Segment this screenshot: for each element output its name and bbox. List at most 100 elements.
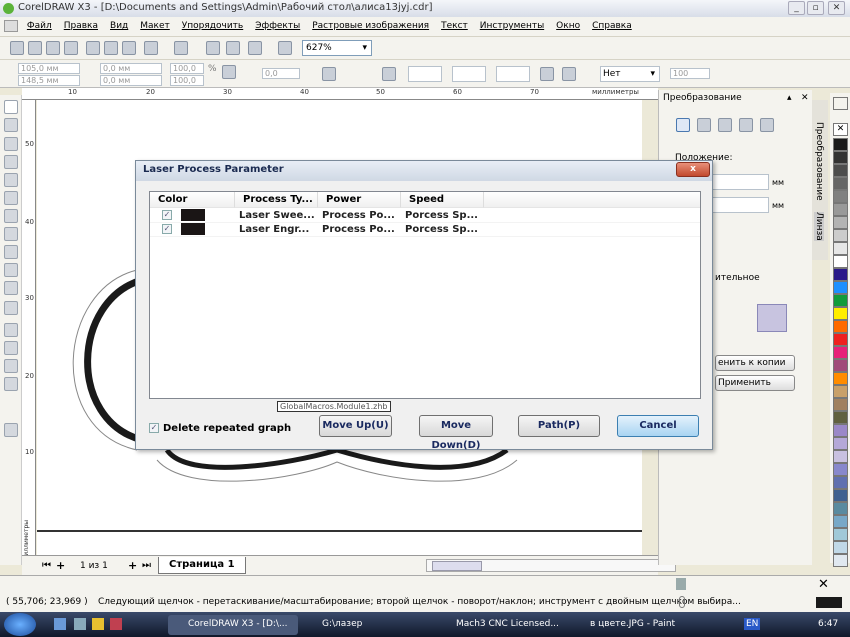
height-field[interactable]: 0,0 мм: [100, 75, 162, 86]
horizontal-scrollbar[interactable]: [426, 559, 676, 572]
pick-tool-icon[interactable]: [4, 100, 18, 114]
move-up-button[interactable]: Move Up(U): [319, 415, 392, 437]
quicklaunch-icon[interactable]: [74, 618, 86, 630]
rotate-tab-icon[interactable]: [697, 118, 711, 132]
color-swatch[interactable]: [833, 229, 848, 242]
redo-icon[interactable]: [174, 41, 188, 55]
outline-color-select[interactable]: [452, 66, 486, 82]
save-icon[interactable]: [46, 41, 60, 55]
menu-text[interactable]: Текст: [435, 17, 474, 31]
path-button[interactable]: Path(P): [518, 415, 600, 437]
line-style-select[interactable]: [496, 66, 530, 82]
color-swatch[interactable]: [833, 489, 848, 502]
zoom-level-select[interactable]: 627% ▾: [302, 40, 372, 56]
column-header-power[interactable]: Power: [318, 192, 401, 208]
menu-edit[interactable]: Правка: [58, 17, 104, 31]
apply-button[interactable]: Применить: [715, 375, 795, 391]
color-swatch[interactable]: [833, 190, 848, 203]
move-down-button[interactable]: Move Down(D): [419, 415, 493, 451]
color-swatch[interactable]: [833, 255, 848, 268]
crop-tool-icon[interactable]: [4, 137, 18, 151]
color-swatch[interactable]: [833, 164, 848, 177]
open-icon[interactable]: [28, 41, 42, 55]
anchor-grid[interactable]: [757, 304, 787, 332]
polygon-tool-icon[interactable]: [4, 245, 18, 259]
start-button[interactable]: [4, 613, 36, 636]
taskbar-item-mach3[interactable]: Mach3 CNC Licensed...: [436, 615, 566, 635]
color-swatch[interactable]: [833, 242, 848, 255]
language-indicator[interactable]: EN: [744, 618, 761, 630]
quicklaunch-app-icon[interactable]: [110, 618, 122, 630]
cut-icon[interactable]: [86, 41, 100, 55]
menu-view[interactable]: Вид: [104, 17, 134, 31]
no-color-swatch[interactable]: ✕: [833, 123, 848, 136]
table-row[interactable]: ✓ Laser Swee... Process Po... Porcess Sp…: [150, 209, 700, 223]
taskbar-item-folder[interactable]: G:\лазер: [302, 615, 432, 635]
menu-help[interactable]: Справка: [586, 17, 638, 31]
menu-effects[interactable]: Эффекты: [249, 17, 306, 31]
row-checkbox[interactable]: ✓: [162, 224, 172, 234]
color-swatch[interactable]: [833, 502, 848, 515]
color-swatch[interactable]: [833, 554, 848, 567]
undo-icon[interactable]: [144, 41, 158, 55]
menu-layout[interactable]: Макет: [134, 17, 176, 31]
color-swatch[interactable]: [833, 463, 848, 476]
maximize-button[interactable]: ▫: [807, 1, 824, 15]
delete-repeated-checkbox[interactable]: ✓: [149, 423, 159, 433]
color-swatch[interactable]: [833, 320, 848, 333]
welcome-screen-icon[interactable]: [278, 41, 292, 55]
minimize-button[interactable]: _: [788, 1, 805, 15]
color-swatch[interactable]: [833, 385, 848, 398]
taskbar-item-paint[interactable]: в цвете.JPG - Paint: [570, 615, 700, 635]
lock-ratio-icon[interactable]: [222, 65, 236, 79]
x-position-field[interactable]: 105,0 мм: [18, 63, 80, 74]
color-swatch[interactable]: [833, 333, 848, 346]
apply-to-duplicate-button[interactable]: енить к копии: [715, 355, 795, 371]
column-header-color[interactable]: Color: [150, 192, 235, 208]
color-swatch[interactable]: [833, 346, 848, 359]
menu-bitmaps[interactable]: Растровые изображения: [306, 17, 435, 31]
outline-tool-icon[interactable]: [4, 341, 18, 355]
scale-x-field[interactable]: 100,0: [170, 63, 204, 74]
hand-icon[interactable]: [540, 67, 554, 81]
menu-arrange[interactable]: Упорядочить: [176, 17, 249, 31]
new-icon[interactable]: [10, 41, 24, 55]
add-page-after-button[interactable]: +: [128, 559, 137, 572]
tab-page-1[interactable]: Страница 1: [158, 557, 246, 574]
column-header-process-type[interactable]: Process Ty...: [235, 192, 318, 208]
color-swatch[interactable]: [833, 515, 848, 528]
color-swatch[interactable]: [833, 268, 848, 281]
table-row[interactable]: ✓ Laser Engr... Process Po... Porcess Sp…: [150, 223, 700, 237]
macro-icon[interactable]: [4, 423, 18, 437]
scrollbar-thumb[interactable]: [432, 561, 482, 571]
docker-collapse-button[interactable]: ▴: [787, 93, 792, 103]
color-swatch[interactable]: [833, 281, 848, 294]
width-field[interactable]: 0,0 мм: [100, 63, 162, 74]
tab-lens[interactable]: Линза: [814, 212, 824, 241]
paste-icon[interactable]: [122, 41, 136, 55]
scale-tab-icon[interactable]: [718, 118, 732, 132]
show-desktop-icon[interactable]: [54, 618, 66, 630]
menu-tools[interactable]: Инструменты: [474, 17, 550, 31]
last-page-button[interactable]: ⏭: [142, 560, 151, 571]
skew-tab-icon[interactable]: [760, 118, 774, 132]
mirror-icon[interactable]: [322, 67, 336, 81]
y-position-field[interactable]: 148,5 мм: [18, 75, 80, 86]
color-swatch[interactable]: [833, 151, 848, 164]
color-swatch[interactable]: [833, 398, 848, 411]
color-swatch[interactable]: [833, 216, 848, 229]
dialog-close-button[interactable]: x: [676, 162, 710, 177]
row-checkbox[interactable]: ✓: [162, 210, 172, 220]
eyedropper-tool-icon[interactable]: [4, 323, 18, 337]
rectangle-tool-icon[interactable]: [4, 209, 18, 223]
menu-window[interactable]: Окно: [550, 17, 586, 31]
color-swatch[interactable]: [833, 372, 848, 385]
rotation-angle-field[interactable]: 0,0: [262, 68, 300, 79]
outline-pen-icon[interactable]: [562, 67, 576, 81]
smart-fill-tool-icon[interactable]: [4, 191, 18, 205]
ellipse-tool-icon[interactable]: [4, 227, 18, 241]
color-swatch[interactable]: [833, 541, 848, 554]
color-swatch[interactable]: [833, 359, 848, 372]
color-swatch[interactable]: [833, 424, 848, 437]
taskbar-item-coreldraw[interactable]: CorelDRAW X3 - [D:\...: [168, 615, 298, 635]
